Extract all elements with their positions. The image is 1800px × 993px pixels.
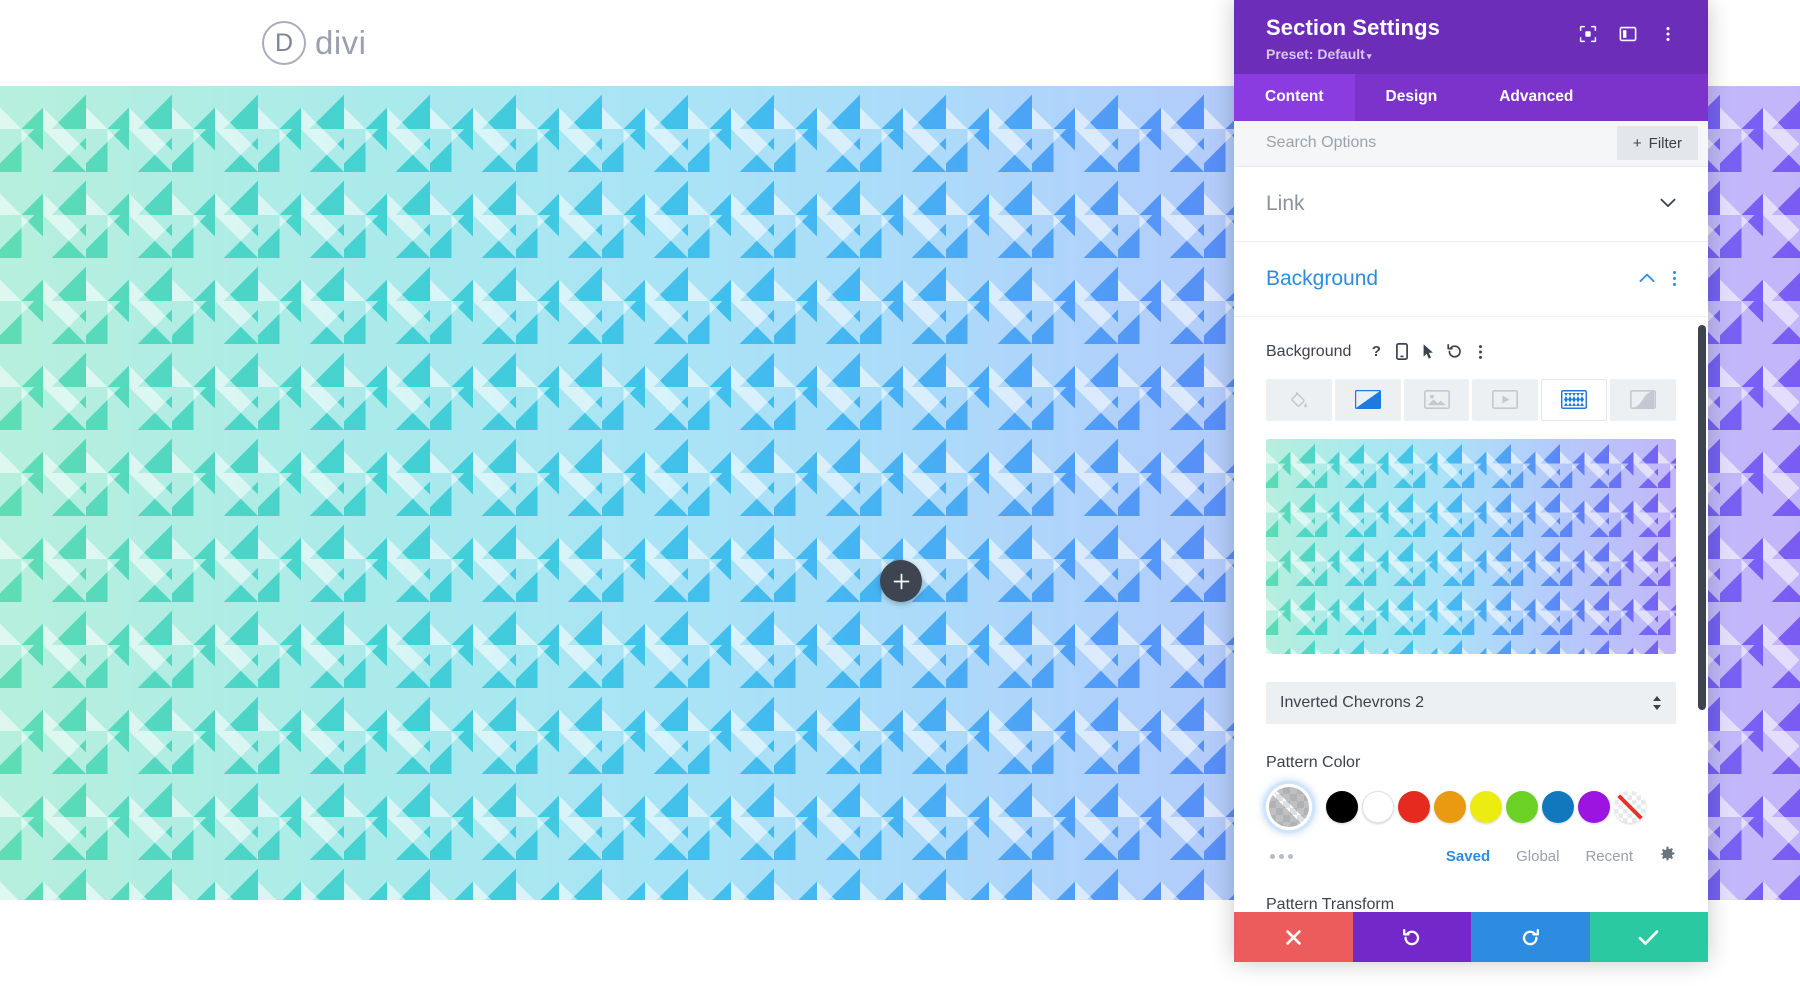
background-gradient-icon[interactable] — [1334, 378, 1401, 421]
kebab-menu-icon[interactable] — [1658, 24, 1678, 44]
layout-panel-icon[interactable] — [1618, 24, 1638, 44]
chevron-down-icon: ▾ — [1366, 50, 1372, 61]
help-icon[interactable]: ? — [1363, 339, 1389, 365]
more-swatches-icon[interactable] — [1270, 854, 1420, 859]
pattern-color-swatches — [1266, 783, 1676, 830]
panel-tabs: Content Design Advanced — [1234, 73, 1708, 121]
toggle-link-label: Link — [1266, 191, 1305, 215]
panel-header: Section Settings Preset: Default ▾ — [1234, 0, 1708, 74]
background-options-kebab-icon[interactable] — [1673, 271, 1676, 286]
color-tab-global[interactable]: Global — [1516, 848, 1559, 865]
filter-button-label: Filter — [1648, 134, 1682, 152]
background-image-icon[interactable] — [1403, 378, 1470, 421]
divi-logo-mark: D — [262, 21, 306, 65]
pattern-preview-chevrons — [1266, 438, 1676, 654]
background-type-tabs — [1266, 378, 1676, 421]
close-icon — [1286, 929, 1301, 945]
background-field: Background ? — [1234, 317, 1708, 421]
pattern-transform-label: Pattern Transform — [1266, 895, 1395, 913]
swatch-orange[interactable] — [1434, 790, 1466, 823]
panel-preset-selector[interactable]: Preset: Default ▾ — [1266, 46, 1578, 62]
swatch-current-transparent[interactable] — [1266, 783, 1312, 830]
panel-scrollbar[interactable] — [1698, 167, 1706, 913]
reset-icon[interactable] — [1441, 339, 1467, 365]
redo-icon — [1522, 928, 1539, 945]
pattern-style-select[interactable]: Inverted Chevrons 2 — [1266, 681, 1676, 724]
swatch-red[interactable] — [1398, 790, 1430, 823]
undo-button[interactable] — [1352, 912, 1471, 962]
tab-design[interactable]: Design — [1355, 74, 1469, 121]
divi-logo-wordmark: divi — [315, 24, 367, 61]
gear-icon[interactable] — [1659, 846, 1676, 868]
focus-target-icon[interactable] — [1578, 24, 1598, 44]
dot — [1673, 271, 1676, 274]
pattern-color-block: Pattern Color Saved Global Recent — [1234, 724, 1708, 868]
panel-scroll-area: Link Background Background ? Inverted Ch… — [1234, 167, 1708, 913]
background-field-label: Background — [1266, 342, 1352, 360]
toggle-background-label: Background — [1266, 266, 1379, 290]
search-row: + Filter — [1234, 120, 1708, 167]
color-tab-saved[interactable]: Saved — [1446, 848, 1490, 865]
undo-icon — [1403, 928, 1420, 945]
panel-preset-label: Preset: Default — [1266, 45, 1365, 62]
background-video-icon[interactable] — [1472, 378, 1539, 421]
pattern-color-label: Pattern Color — [1266, 753, 1361, 771]
toggle-background[interactable]: Background — [1234, 242, 1708, 317]
pattern-transform-block: Pattern Transform — [1234, 868, 1708, 913]
swatch-black[interactable] — [1326, 790, 1358, 823]
divi-logo: D divi — [262, 21, 367, 65]
hover-cursor-icon[interactable] — [1415, 339, 1441, 365]
search-input[interactable] — [1234, 134, 1617, 152]
plus-icon: + — [1632, 134, 1642, 152]
pattern-select-wrapper: Inverted Chevrons 2 — [1266, 681, 1676, 724]
chevron-down-icon — [1660, 195, 1676, 212]
swatch-blue[interactable] — [1542, 790, 1574, 823]
redo-button[interactable] — [1471, 912, 1590, 962]
panel-footer — [1234, 912, 1708, 962]
chevron-up-icon — [1639, 270, 1655, 287]
swatch-yellow[interactable] — [1470, 790, 1502, 823]
kebab-menu-icon[interactable] — [1467, 339, 1493, 365]
dot — [1673, 283, 1676, 286]
pattern-preview[interactable] — [1266, 438, 1676, 654]
save-button[interactable] — [1589, 912, 1708, 962]
pattern-color-meta-row: Saved Global Recent — [1266, 846, 1676, 868]
tab-content[interactable]: Content — [1234, 73, 1355, 121]
swatch-green[interactable] — [1506, 790, 1538, 823]
check-icon — [1638, 929, 1659, 945]
panel-scrollbar-thumb[interactable] — [1698, 324, 1706, 710]
swatch-white[interactable] — [1362, 790, 1394, 823]
dot — [1270, 854, 1275, 859]
background-color-icon[interactable] — [1266, 378, 1332, 421]
dot — [1673, 277, 1676, 280]
add-section-button[interactable] — [880, 560, 922, 602]
dot — [1279, 854, 1284, 859]
color-tab-recent[interactable]: Recent — [1585, 848, 1633, 865]
panel-title: Section Settings — [1266, 15, 1440, 40]
panel-body: Link Background Background ? Inverted Ch… — [1234, 166, 1708, 913]
background-mask-icon[interactable] — [1610, 378, 1676, 421]
cancel-button[interactable] — [1234, 912, 1353, 962]
responsive-mobile-icon[interactable] — [1389, 339, 1415, 365]
toggle-link[interactable]: Link — [1234, 167, 1708, 242]
panel-header-icons — [1578, 14, 1678, 44]
section-settings-panel[interactable]: Section Settings Preset: Default ▾ Conte… — [1234, 0, 1708, 962]
background-field-header: Background ? — [1266, 339, 1676, 365]
background-pattern-icon[interactable] — [1541, 378, 1608, 421]
dot — [1288, 854, 1293, 859]
tab-advanced[interactable]: Advanced — [1468, 74, 1604, 121]
swatch-none[interactable] — [1614, 790, 1646, 823]
swatch-purple[interactable] — [1578, 790, 1610, 823]
filter-button[interactable]: + Filter — [1616, 126, 1698, 160]
